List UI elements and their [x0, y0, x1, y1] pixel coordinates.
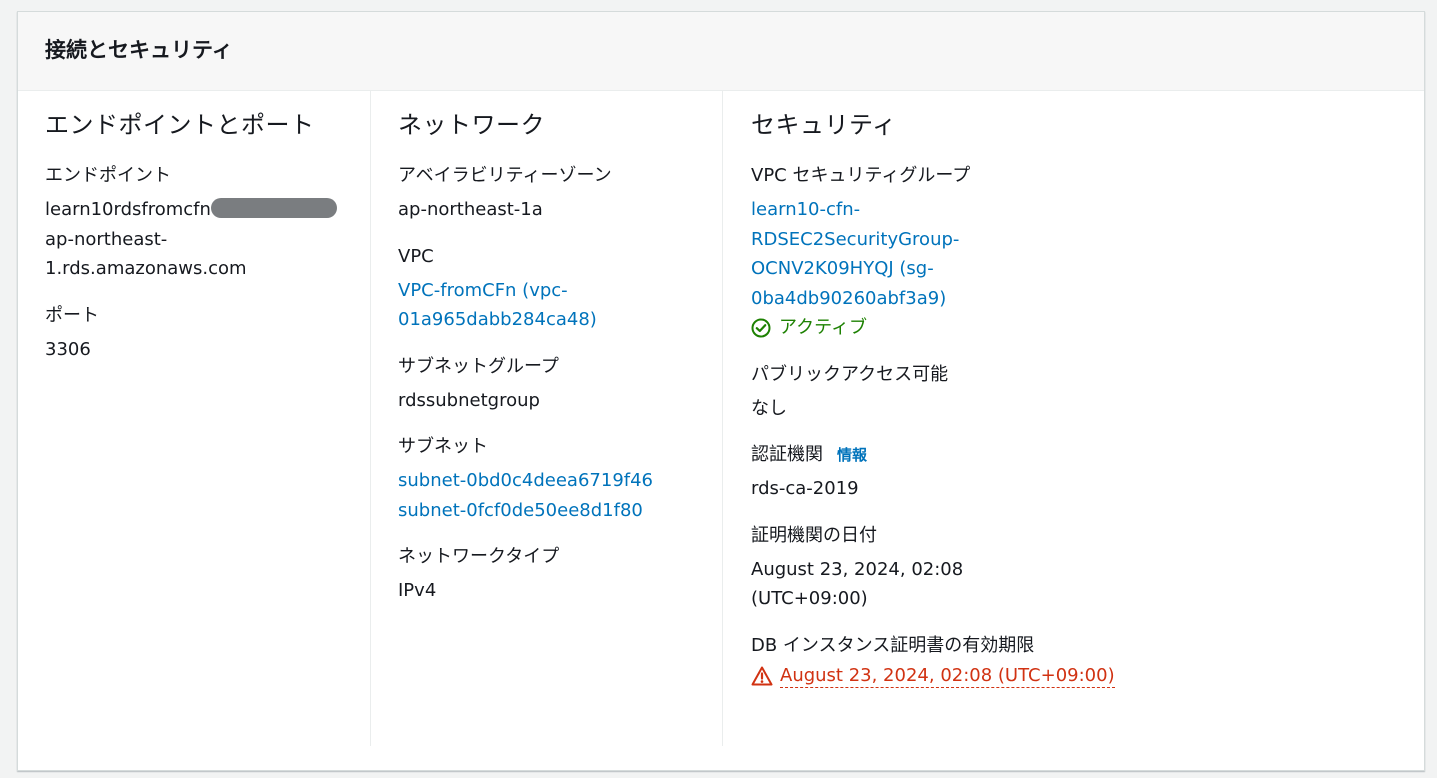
port-value: 3306 — [45, 338, 91, 360]
az-value: ap-northeast-1a — [398, 199, 543, 220]
endpoint-label: エンドポイント — [45, 165, 171, 186]
connectivity-security-panel: 接続とセキュリティ エンドポイントとポート エンドポイント learn10rds… — [17, 11, 1425, 771]
panel-title: 接続とセキュリティ — [45, 38, 233, 62]
sg-field: VPC セキュリティグループ learn10-cfn- RDSEC2Securi… — [751, 163, 1402, 343]
subnets-label: サブネット — [398, 436, 488, 457]
ca-date-line-1: August 23, 2024, 02:08 — [751, 558, 964, 580]
port-label: ポート — [45, 304, 99, 326]
network-column: ネットワーク アベイラビリティーゾーン ap-northeast-1a VPC … — [370, 91, 722, 746]
security-column: セキュリティ VPC セキュリティグループ learn10-cfn- RDSEC… — [722, 91, 1402, 746]
endpoint-value: learn10rdsfromcfn ap-northeast- 1.rds.am… — [45, 195, 370, 284]
ca-date-line-2: (UTC+09:00) — [751, 588, 868, 609]
endpoint-value-line-1: learn10rdsfromcfn — [45, 195, 370, 225]
sg-link-line-1: learn10-cfn- — [751, 199, 861, 220]
sg-status-text: アクティブ — [779, 317, 868, 338]
ca-field: 認証機関 情報 rds-ca-2019 — [751, 442, 1402, 504]
panel-header: 接続とセキュリティ — [18, 12, 1424, 91]
vpc-link-line-2: 01a965dabb284ca48) — [398, 309, 597, 330]
public-access-field: パブリックアクセス可能 なし — [751, 362, 1402, 424]
network-title: ネットワーク — [398, 111, 545, 139]
port-field: ポート 3306 — [45, 303, 370, 365]
endpoint-port-column: エンドポイントとポート エンドポイント learn10rdsfromcfn ap… — [45, 91, 370, 746]
subnets-field: サブネット subnet-0bd0c4deea6719f46 subnet-0f… — [398, 434, 722, 525]
public-access-value: なし — [751, 397, 787, 419]
az-field: アベイラビリティーゾーン ap-northeast-1a — [398, 163, 722, 225]
ca-date-value: August 23, 2024, 02:08 (UTC+09:00) — [751, 555, 1402, 614]
vpc-link-line-1: VPC-fromCFn (vpc- — [398, 279, 568, 301]
network-type-field: ネットワークタイプ IPv4 — [398, 544, 722, 606]
vpc-link[interactable]: VPC-fromCFn (vpc- 01a965dabb284ca48) — [398, 276, 722, 335]
panel-columns: エンドポイントとポート エンドポイント learn10rdsfromcfn ap… — [18, 91, 1424, 771]
endpoint-prefix: learn10rdsfromcfn — [45, 199, 211, 220]
vpc-label: VPC — [398, 245, 434, 267]
endpoint-value-line-3: 1.rds.amazonaws.com — [45, 258, 247, 279]
sg-link[interactable]: learn10-cfn- RDSEC2SecurityGroup- OCNV2K… — [751, 195, 1402, 313]
subnet-group-label: サブネットグループ — [398, 355, 559, 377]
sg-link-line-4: 0ba4db90260abf3a9) — [751, 287, 947, 309]
endpoint-value-line-2: ap-northeast- — [45, 228, 168, 250]
ca-label-row: 認証機関 情報 — [751, 442, 1402, 468]
public-access-label: パブリックアクセス可能 — [751, 363, 949, 385]
network-type-value: IPv4 — [398, 580, 437, 601]
ca-info-link[interactable]: 情報 — [837, 442, 867, 468]
redacted-mask — [210, 198, 337, 218]
sg-value: learn10-cfn- RDSEC2SecurityGroup- OCNV2K… — [751, 195, 1402, 343]
ca-date-field: 証明機関の日付 August 23, 2024, 02:08 (UTC+09:0… — [751, 523, 1402, 614]
cert-expiry-field: DB インスタンス証明書の有効期限 August 23, 2024, 02:08… — [751, 633, 1402, 696]
subnet-link-1[interactable]: subnet-0bd0c4deea6719f46 — [398, 466, 722, 496]
ca-label: 認証機関 — [751, 444, 823, 465]
sg-status: アクティブ — [751, 313, 1402, 343]
endpoint-port-title: エンドポイントとポート — [45, 111, 315, 139]
sg-link-line-2: RDSEC2SecurityGroup- — [751, 228, 960, 250]
security-title: セキュリティ — [751, 111, 897, 139]
network-type-label: ネットワークタイプ — [398, 546, 560, 567]
vpc-field: VPC VPC-fromCFn (vpc- 01a965dabb284ca48) — [398, 244, 722, 335]
subnets-list: subnet-0bd0c4deea6719f46 subnet-0fcf0de5… — [398, 466, 722, 525]
cert-expiry-status[interactable]: August 23, 2024, 02:08 (UTC+09:00) — [751, 665, 1115, 688]
check-circle-icon — [751, 318, 771, 338]
sg-label: VPC セキュリティグループ — [751, 165, 971, 186]
subnet-link-2[interactable]: subnet-0fcf0de50ee8d1f80 — [398, 496, 722, 526]
subnet-group-value: rdssubnetgroup — [398, 389, 540, 411]
ca-value: rds-ca-2019 — [751, 478, 859, 499]
warning-icon — [751, 666, 773, 686]
endpoint-field: エンドポイント learn10rdsfromcfn ap-northeast- … — [45, 163, 370, 284]
az-label: アベイラビリティーゾーン — [398, 165, 612, 186]
cert-expiry-value: August 23, 2024, 02:08 (UTC+09:00) — [751, 665, 1402, 696]
ca-date-label: 証明機関の日付 — [751, 524, 877, 546]
cert-expiry-label: DB インスタンス証明書の有効期限 — [751, 634, 1035, 656]
subnet-group-field: サブネットグループ rdssubnetgroup — [398, 354, 722, 416]
sg-link-line-3: OCNV2K09HYQJ (sg- — [751, 258, 934, 279]
cert-expiry-text: August 23, 2024, 02:08 (UTC+09:00) — [780, 664, 1115, 688]
